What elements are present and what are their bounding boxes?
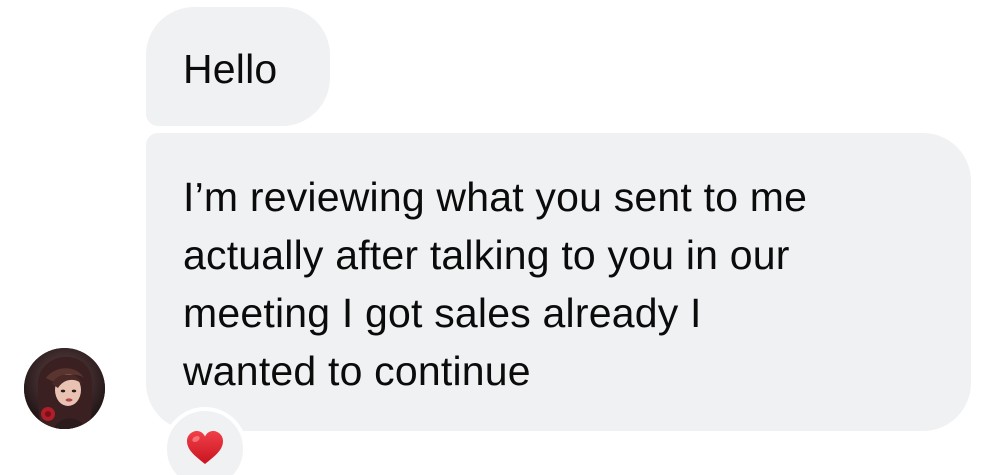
- message-text: Hello: [183, 46, 278, 92]
- message-bubble[interactable]: I’m reviewing what you sent to me actual…: [146, 133, 971, 431]
- message-bubble[interactable]: Hello: [146, 7, 330, 126]
- message-text-line: meeting I got sales already I: [183, 290, 702, 336]
- message-text-line: wanted to continue: [183, 348, 531, 394]
- message-text-line: actually after talking to you in our: [183, 232, 790, 278]
- red-heart-icon: [187, 431, 223, 464]
- sender-avatar[interactable]: [24, 348, 105, 429]
- avatar-photo: [24, 348, 105, 429]
- message-text-line: I’m reviewing what you sent to me: [183, 174, 808, 220]
